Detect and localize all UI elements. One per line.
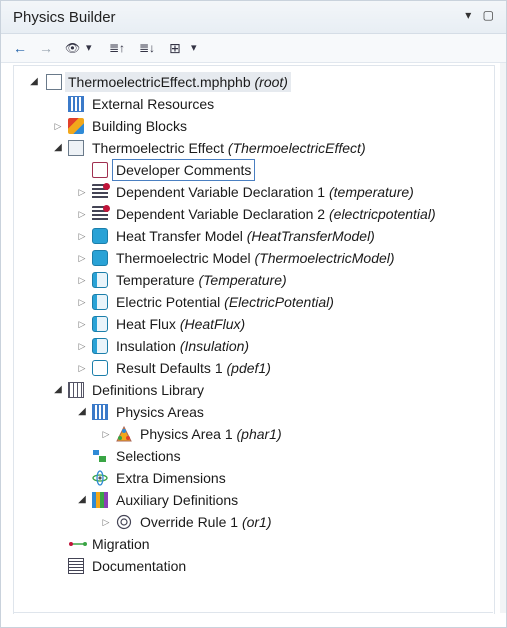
extra-dimensions-icon	[92, 470, 108, 486]
developer-comments-label: Developer Comments	[111, 159, 256, 181]
boundary-feature-icon	[92, 316, 108, 332]
move-down-icon[interactable]: ≣↓	[139, 38, 155, 58]
expand-toggle-icon[interactable]: ▷	[100, 424, 112, 444]
window-controls[interactable]: ▾ ▢	[465, 8, 498, 22]
expand-toggle-icon[interactable]: ▷	[76, 314, 88, 334]
selections-label: Selections	[116, 448, 181, 464]
expand-toggle-icon[interactable]: ▷	[100, 512, 112, 532]
expand-toggle-icon[interactable]: ▷	[52, 116, 64, 136]
migration-label: Migration	[92, 536, 150, 552]
physics-builder-window: Physics Builder ▾ ▢ ← → 👁 ▾ ≣↑ ≣↓ ⊞ ▾ ◢ …	[0, 0, 507, 628]
thermoelectric-effect-label: Thermoelectric Effect	[92, 140, 225, 156]
physics-areas-icon	[92, 404, 108, 420]
physics-areas-label: Physics Areas	[116, 404, 204, 420]
result-defaults-icon	[92, 360, 108, 376]
collapse-toggle-icon[interactable]: ◢	[76, 402, 88, 422]
toolbar: ← → 👁 ▾ ≣↑ ≣↓ ⊞ ▾	[1, 34, 506, 63]
building-blocks-icon	[68, 118, 84, 134]
physics-file-icon	[46, 74, 62, 90]
physics-area-1-tag: (phar1)	[236, 426, 282, 442]
definitions-library-label: Definitions Library	[92, 382, 205, 398]
collapse-toggle-icon[interactable]: ◢	[76, 490, 88, 510]
root-tag: (root)	[254, 74, 288, 90]
move-up-icon[interactable]: ≣↑	[109, 38, 125, 58]
boundary-feature-icon	[92, 272, 108, 288]
tree-layout-dropdown-icon[interactable]: ▾	[191, 38, 197, 58]
expand-toggle-icon[interactable]: ▷	[76, 270, 88, 290]
external-resources-label: External Resources	[92, 96, 215, 112]
documentation-icon	[68, 558, 84, 574]
physics-area-icon	[116, 425, 132, 442]
dependent-variable-2-label: Dependent Variable Declaration 2	[116, 206, 326, 222]
override-rule-icon	[116, 514, 132, 530]
heat-flux-tag: (HeatFlux)	[179, 316, 246, 332]
thermoelectric-model-label: Thermoelectric Model	[116, 250, 251, 266]
variable-marker-icon	[103, 205, 110, 212]
model-feature-icon	[92, 250, 108, 266]
expand-toggle-icon[interactable]: ▷	[76, 204, 88, 224]
view-dropdown-icon[interactable]: ▾	[86, 38, 92, 58]
tree-bottom-border	[13, 612, 493, 613]
dependent-variable-1-tag: (temperature)	[329, 184, 414, 200]
physics-interface-icon	[68, 140, 84, 156]
tree-layout-icon[interactable]: ⊞	[169, 38, 181, 58]
heat-flux-label: Heat Flux	[116, 316, 176, 332]
heat-transfer-model-label: Heat Transfer Model	[116, 228, 243, 244]
model-feature-icon	[92, 228, 108, 244]
root-label: ThermoelectricEffect.mphphb	[68, 74, 251, 90]
electric-potential-tag: (ElectricPotential)	[224, 294, 334, 310]
back-arrow-icon[interactable]: ←	[13, 38, 27, 58]
window-title: Physics Builder	[13, 9, 116, 26]
expand-toggle-icon[interactable]: ▷	[76, 182, 88, 202]
expand-toggle-icon[interactable]: ▷	[76, 292, 88, 312]
auxiliary-definitions-label: Auxiliary Definitions	[116, 492, 239, 508]
heat-transfer-model-tag: (HeatTransferModel)	[246, 228, 375, 244]
view-icon[interactable]: 👁	[65, 38, 80, 58]
comment-icon	[92, 162, 108, 178]
insulation-label: Insulation	[116, 338, 176, 354]
boundary-feature-icon	[92, 294, 108, 310]
override-rule-1-label: Override Rule 1	[140, 514, 239, 530]
temperature-tag: (Temperature)	[198, 272, 287, 288]
temperature-label: Temperature	[116, 272, 195, 288]
forward-arrow-icon[interactable]: →	[39, 38, 53, 58]
result-defaults-label: Result Defaults 1	[116, 360, 223, 376]
external-resources-icon	[68, 96, 84, 112]
dependent-variable-2-tag: (electricpotential)	[329, 206, 436, 222]
scrollbar[interactable]	[500, 63, 506, 613]
insulation-tag: (Insulation)	[179, 338, 250, 354]
expand-toggle-icon[interactable]: ▷	[76, 226, 88, 246]
auxiliary-definitions-icon	[92, 492, 108, 508]
definitions-library-icon	[68, 382, 84, 398]
model-tree: ◢ ThermoelectricEffect.mphphb (root) Ext…	[13, 65, 495, 614]
override-rule-1-tag: (or1)	[241, 514, 272, 530]
collapse-toggle-icon[interactable]: ◢	[52, 138, 64, 158]
electric-potential-label: Electric Potential	[116, 294, 221, 310]
result-defaults-tag: (pdef1)	[226, 360, 271, 376]
variable-marker-icon	[103, 183, 110, 190]
boundary-feature-icon	[92, 338, 108, 354]
migration-icon	[68, 536, 87, 552]
building-blocks-label: Building Blocks	[92, 118, 187, 134]
physics-area-1-label: Physics Area 1	[140, 426, 233, 442]
expand-toggle-icon[interactable]: ▷	[76, 248, 88, 268]
expand-toggle-icon[interactable]: ▷	[76, 336, 88, 356]
extra-dimensions-label: Extra Dimensions	[116, 470, 226, 486]
title-bar: Physics Builder ▾ ▢	[1, 1, 506, 34]
expand-toggle-icon[interactable]: ▷	[76, 358, 88, 378]
collapse-toggle-icon[interactable]: ◢	[52, 380, 64, 400]
thermoelectric-model-tag: (ThermoelectricModel)	[254, 250, 395, 266]
thermoelectric-effect-tag: (ThermoelectricEffect)	[227, 140, 366, 156]
dependent-variable-1-label: Dependent Variable Declaration 1	[116, 184, 326, 200]
documentation-label: Documentation	[92, 558, 187, 574]
collapse-toggle-icon[interactable]: ◢	[28, 72, 40, 92]
selections-icon	[92, 448, 108, 464]
